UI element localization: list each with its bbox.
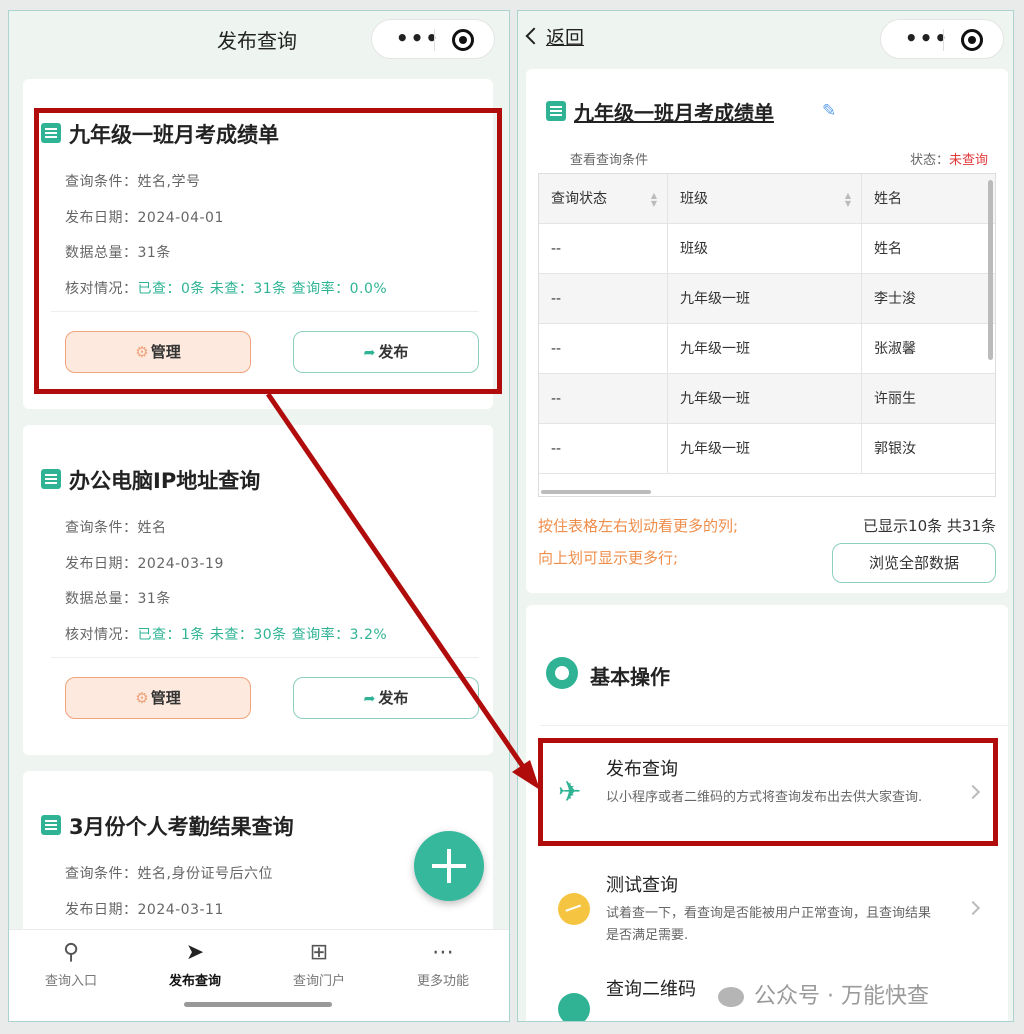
watermark: 公众号 · 万能快查 (718, 978, 929, 1010)
arrow-line (265, 392, 531, 776)
watermark-text: 公众号 · 万能快查 (754, 984, 929, 1009)
arrow-head (512, 760, 540, 790)
annotation-arrow (265, 392, 540, 790)
wechat-logo-icon (718, 987, 744, 1007)
